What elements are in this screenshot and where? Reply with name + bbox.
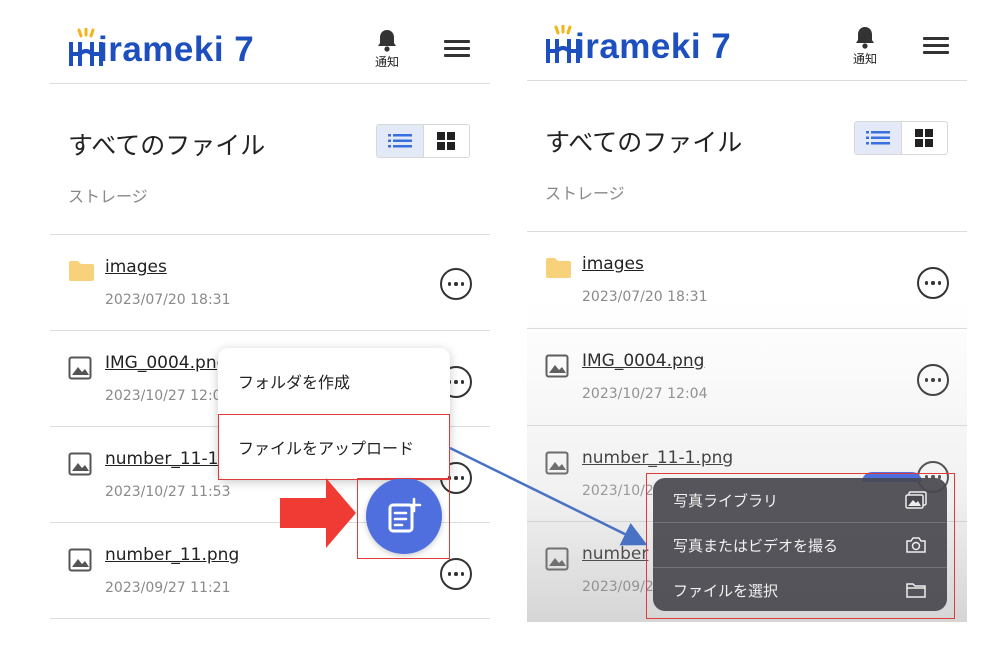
annotation-layer xyxy=(280,446,648,548)
connector-arrow xyxy=(449,446,648,546)
pointer-arrow-icon xyxy=(280,478,356,548)
